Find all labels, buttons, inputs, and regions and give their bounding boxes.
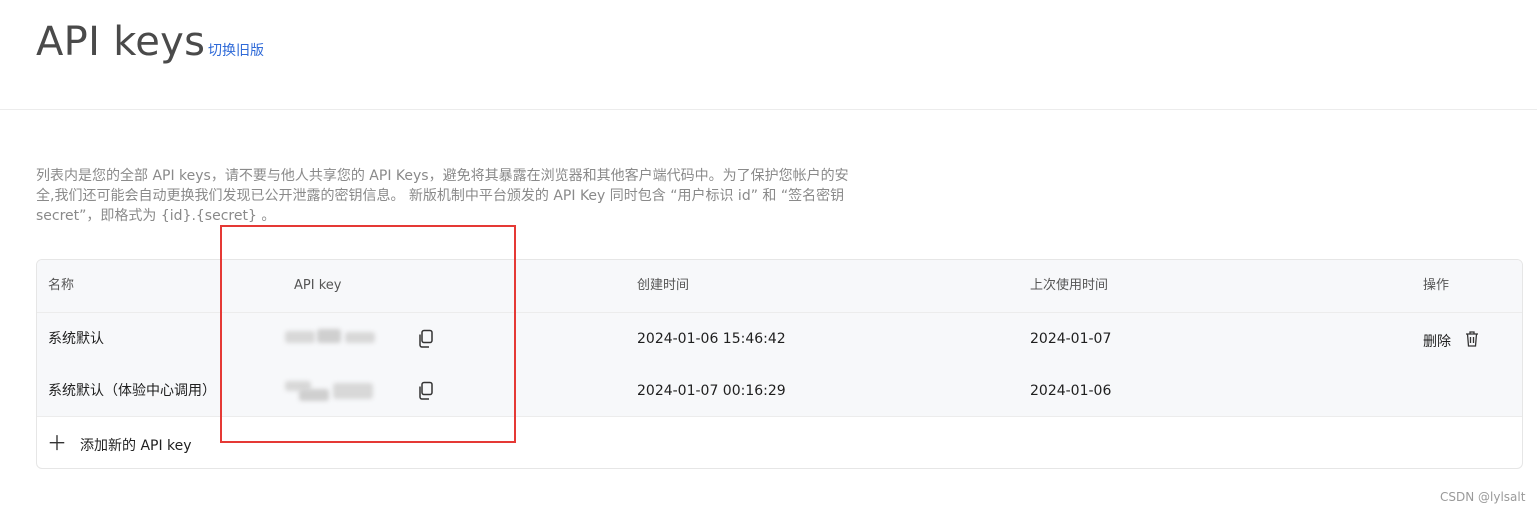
- page-title: API keys: [36, 19, 206, 65]
- key-name: 系统默认（体验中心调用）: [48, 383, 216, 399]
- switch-old-version-link[interactable]: 切换旧版: [208, 42, 264, 60]
- trash-icon[interactable]: [1464, 330, 1480, 348]
- created-time: 2024-01-07 00:16:29: [637, 383, 786, 399]
- created-time: 2024-01-06 15:46:42: [637, 331, 786, 347]
- watermark: CSDN @lylsalt: [1440, 490, 1526, 504]
- column-header-created: 创建时间: [637, 278, 690, 293]
- page-header: API keys 切换旧版: [0, 0, 1537, 110]
- key-name: 系统默认: [48, 331, 104, 347]
- plus-icon: ＋: [47, 431, 67, 455]
- column-header-last-used: 上次使用时间: [1030, 278, 1109, 293]
- last-used-time: 2024-01-06: [1030, 383, 1112, 399]
- delete-button[interactable]: 删除: [1423, 331, 1451, 351]
- add-api-key-label: 添加新的 API key: [80, 438, 192, 454]
- column-header-name: 名称: [48, 278, 75, 293]
- last-used-time: 2024-01-07: [1030, 331, 1112, 347]
- column-header-actions: 操作: [1423, 278, 1450, 293]
- api-keys-description: 列表内是您的全部 API keys，请不要与他人共享您的 API Keys，避免…: [36, 168, 849, 224]
- annotation-highlight-box: [220, 225, 516, 443]
